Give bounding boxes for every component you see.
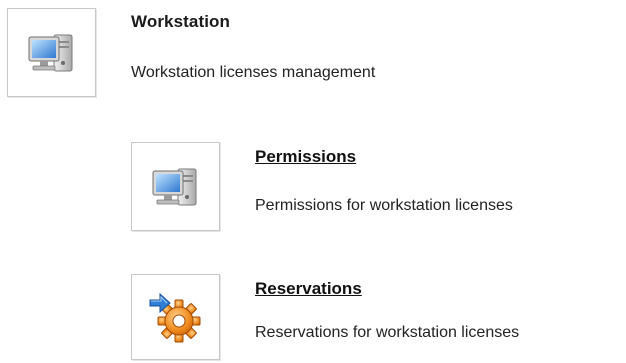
reservations-icon-tile[interactable] xyxy=(131,274,220,360)
reservations-link[interactable]: Reservations xyxy=(255,279,362,299)
workstation-description: Workstation licenses management xyxy=(131,64,376,81)
workstation-computer-icon xyxy=(152,168,196,205)
workstation-computer-icon xyxy=(28,34,72,71)
permissions-description: Permissions for workstation licenses xyxy=(255,197,513,214)
permissions-link[interactable]: Permissions xyxy=(255,147,356,167)
reservations-description: Reservations for workstation licenses xyxy=(255,324,520,341)
permissions-icon-tile[interactable] xyxy=(131,142,220,231)
gear-arrow-icon xyxy=(149,292,200,343)
workstation-icon-tile xyxy=(7,8,96,97)
workstation-title: Workstation xyxy=(131,12,231,31)
